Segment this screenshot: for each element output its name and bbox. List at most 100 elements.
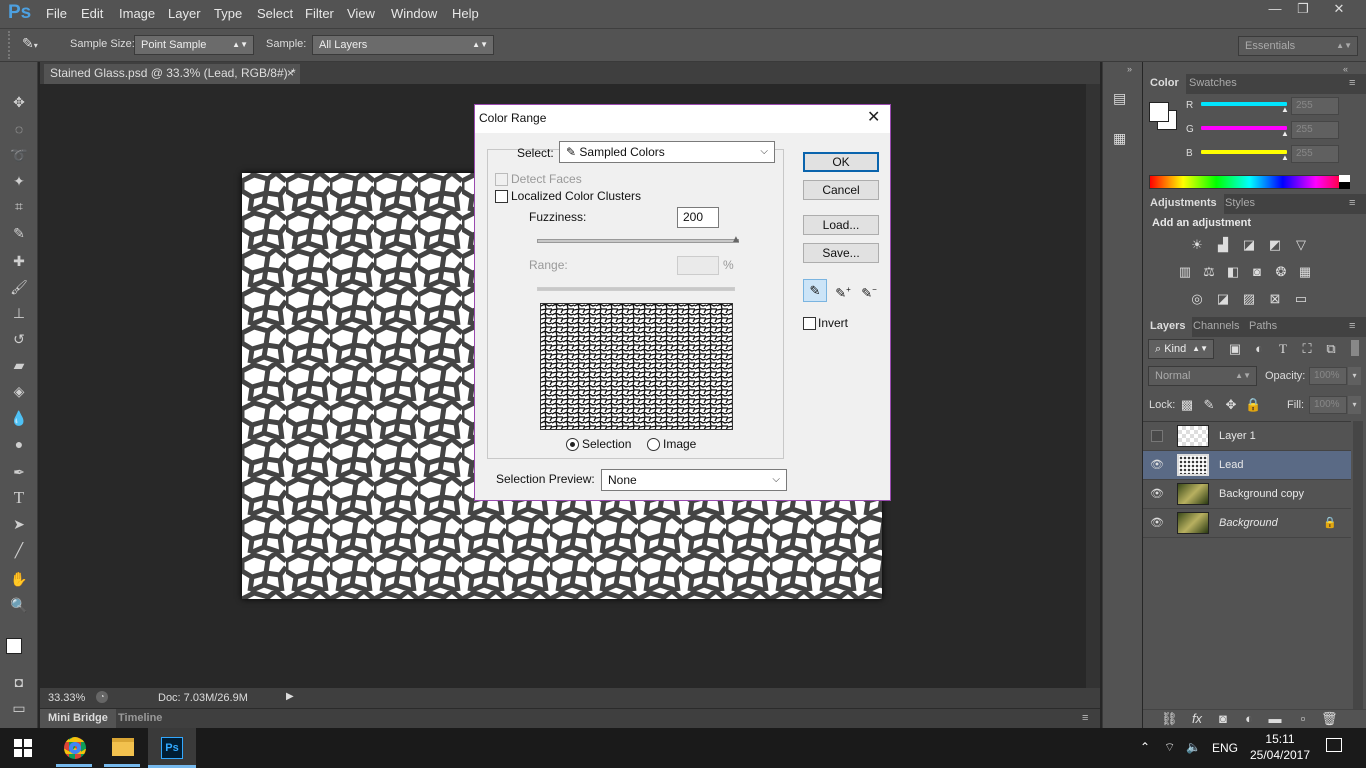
selection-radio[interactable] — [566, 438, 579, 451]
channel-slider[interactable] — [1201, 150, 1287, 154]
properties-panel-icon[interactable]: ▦ — [1113, 130, 1133, 148]
invert-adjust-icon[interactable]: ◎ — [1189, 292, 1205, 306]
pen-tool-icon[interactable]: ✒ — [8, 462, 30, 482]
vertical-scrollbar[interactable] — [1086, 84, 1100, 688]
selection-preview-combo[interactable]: None ⌵ — [601, 469, 787, 491]
black-white-icon[interactable]: ◧ — [1225, 265, 1241, 279]
image-radio[interactable] — [647, 438, 660, 451]
gradient-map-icon[interactable]: ▭ — [1293, 292, 1309, 306]
filter-shape-icon[interactable]: ⛶ — [1299, 342, 1315, 356]
lock-transparent-icon[interactable]: ▩ — [1179, 398, 1195, 412]
delete-layer-icon[interactable]: 🗑 — [1321, 712, 1338, 726]
wifi-icon[interactable]: ⌔ — [1164, 740, 1175, 755]
restore-button[interactable]: ❐ — [1286, 0, 1320, 20]
zoom-level[interactable]: 33.33% — [48, 692, 85, 704]
foreground-color-swatch[interactable] — [6, 638, 22, 654]
tray-expand-icon[interactable]: ⌃ — [1140, 740, 1150, 754]
panel-menu-icon[interactable]: ≡ — [1082, 712, 1088, 724]
selective-color-icon[interactable]: ⊠ — [1267, 292, 1283, 306]
channel-slider-thumb[interactable]: ▲ — [1281, 129, 1289, 138]
document-tab[interactable]: Stained Glass.psd @ 33.3% (Lead, RGB/8#)… — [44, 64, 300, 84]
magic-wand-tool-icon[interactable]: ✦ — [8, 171, 30, 191]
menu-layer[interactable]: Layer — [168, 6, 201, 21]
save-button[interactable]: Save... — [803, 243, 879, 263]
link-layers-icon[interactable]: ⛓ — [1161, 712, 1178, 726]
threshold-icon[interactable]: ▨ — [1241, 292, 1257, 306]
language-indicator[interactable]: ENG — [1212, 741, 1238, 755]
channel-value[interactable]: 255 — [1291, 145, 1339, 163]
posterize-icon[interactable]: ◪ — [1215, 292, 1231, 306]
new-group-icon[interactable]: ▬ — [1267, 712, 1283, 726]
layer-style-icon[interactable]: fx — [1189, 712, 1205, 726]
layer-row-layer-1[interactable]: Layer 1 — [1143, 422, 1351, 451]
filter-type-icon[interactable]: T — [1275, 342, 1291, 356]
color-balance-icon[interactable]: ⚖ — [1201, 265, 1217, 279]
file-explorer-icon[interactable] — [112, 738, 134, 756]
chrome-icon[interactable] — [64, 737, 86, 759]
panel-menu-icon[interactable]: ≡ — [1349, 320, 1355, 332]
layer-name[interactable]: Layer 1 — [1219, 430, 1256, 442]
layer-row-background[interactable]: 👁 Background 🔒 — [1143, 509, 1351, 538]
layers-scrollbar[interactable] — [1353, 421, 1363, 711]
exposure-icon[interactable]: ◩ — [1267, 238, 1283, 252]
tab-channels[interactable]: Channels — [1193, 320, 1239, 332]
opacity-value[interactable]: 100% — [1309, 367, 1347, 385]
menu-edit[interactable]: Edit — [81, 6, 103, 21]
add-mask-icon[interactable]: ◙ — [1215, 712, 1231, 726]
channel-slider[interactable] — [1201, 102, 1287, 106]
line-tool-icon[interactable]: ╱ — [8, 540, 30, 560]
dodge-tool-icon[interactable]: ● — [8, 434, 30, 454]
clone-stamp-tool-icon[interactable]: ⊥ — [8, 303, 30, 323]
sample-select[interactable]: All Layers ▲▼ — [312, 35, 494, 55]
new-adjustment-layer-icon[interactable]: ◐ — [1241, 712, 1257, 726]
close-tab-icon[interactable]: × — [287, 64, 294, 83]
load-button[interactable]: Load... — [803, 215, 879, 235]
filter-adjustment-icon[interactable]: ◐ — [1251, 342, 1267, 356]
tab-layers[interactable]: Layers — [1143, 317, 1193, 337]
lasso-tool-icon[interactable]: ➰ — [8, 145, 30, 165]
channel-value[interactable]: 255 — [1291, 97, 1339, 115]
brush-tool-icon[interactable]: 🖌 — [8, 277, 30, 297]
channel-mixer-icon[interactable]: ❂ — [1273, 265, 1289, 279]
windows-start-icon[interactable] — [14, 739, 32, 757]
lock-pixels-icon[interactable]: ✎ — [1201, 398, 1217, 412]
menu-type[interactable]: Type — [214, 6, 242, 21]
curves-icon[interactable]: ◪ — [1241, 238, 1257, 252]
history-panel-icon[interactable]: ▤ — [1113, 90, 1133, 108]
volume-icon[interactable]: 🔈 — [1186, 740, 1201, 754]
status-info-icon[interactable]: ◔ — [96, 691, 108, 703]
dialog-close-icon[interactable]: ✕ — [867, 107, 880, 127]
menu-filter[interactable]: Filter — [305, 6, 334, 21]
menu-image[interactable]: Image — [119, 6, 155, 21]
workspace-select[interactable]: Essentials ▲▼ — [1238, 36, 1358, 56]
blend-mode-select[interactable]: Normal ▲▼ — [1148, 366, 1257, 386]
visibility-toggle-off[interactable] — [1151, 430, 1163, 442]
eyedropper-tool-preset-icon[interactable]: ✎▾ — [22, 35, 44, 55]
blur-tool-icon[interactable]: 💧 — [8, 408, 30, 428]
collapse-arrows-icon[interactable]: « — [1343, 64, 1348, 74]
screen-mode-icon[interactable]: ▭ — [8, 698, 30, 718]
history-brush-tool-icon[interactable]: ↺ — [8, 329, 30, 349]
tab-swatches[interactable]: Swatches — [1189, 77, 1237, 89]
path-selection-tool-icon[interactable]: ➤ — [8, 514, 30, 534]
menu-help[interactable]: Help — [452, 6, 479, 21]
menu-select[interactable]: Select — [257, 6, 293, 21]
selection-preview-image[interactable] — [540, 303, 733, 430]
quick-mask-icon[interactable]: ◘ — [8, 672, 30, 692]
brightness-contrast-icon[interactable]: ☀ — [1189, 238, 1205, 252]
close-window-button[interactable]: ✕ — [1322, 0, 1356, 20]
hue-saturation-icon[interactable]: ▥ — [1177, 265, 1193, 279]
levels-icon[interactable]: ▟ — [1215, 238, 1231, 252]
clock-date[interactable]: 25/04/2017 — [1246, 748, 1314, 762]
foreground-color-swatch[interactable] — [1149, 102, 1169, 122]
fill-value[interactable]: 100% — [1309, 396, 1347, 414]
fuzziness-slider-track[interactable] — [537, 239, 739, 243]
layer-row-background-copy[interactable]: 👁 Background copy — [1143, 480, 1351, 509]
filter-pixel-icon[interactable]: ▣ — [1227, 342, 1243, 356]
hand-tool-icon[interactable]: ✋ — [8, 569, 30, 589]
status-menu-arrow-icon[interactable]: ▶ — [286, 691, 294, 702]
tab-paths[interactable]: Paths — [1249, 320, 1277, 332]
marquee-tool-icon[interactable]: ◌ — [8, 119, 30, 139]
crop-tool-icon[interactable]: ⌗ — [8, 196, 30, 216]
opacity-dropdown-icon[interactable]: ▾ — [1348, 367, 1361, 385]
